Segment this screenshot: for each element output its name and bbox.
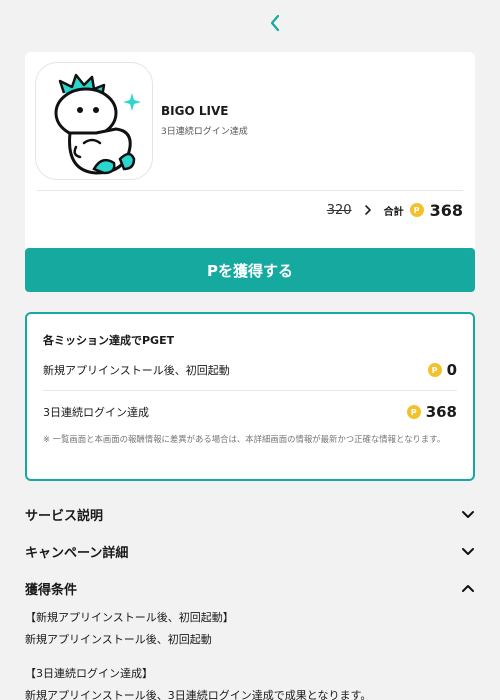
condition-text: 新規アプリインストール後、3日連続ログイン達成で成果となります。 [25, 689, 372, 700]
coin-icon: P [427, 363, 442, 377]
coin-icon: P [406, 405, 421, 419]
mission-points: 368 [425, 403, 457, 421]
app-name: BIGO LIVE [161, 104, 229, 118]
divider [37, 190, 463, 191]
coin-icon: P [409, 203, 424, 217]
app-icon[interactable] [35, 62, 153, 180]
app-subtitle: 3日連続ログイン達成 [161, 127, 248, 137]
section-title: サービス説明 [25, 508, 104, 524]
section-conditions[interactable]: 獲得条件 [25, 576, 475, 600]
condition-text: 新規アプリインストール後、初回起動 [25, 633, 212, 646]
app-card: BIGO LIVE 3日連続ログイン達成 320 合計 P 368 [25, 52, 475, 258]
bigo-mascot-icon [54, 73, 141, 175]
mission-label: 3日連続ログイン達成 [43, 406, 149, 419]
section-title: 獲得条件 [25, 582, 78, 598]
section-campaign-details[interactable]: キャンペーン詳細 [25, 539, 475, 563]
section-service-description[interactable]: サービス説明 [25, 502, 475, 526]
section-title: キャンペーン詳細 [25, 545, 129, 561]
chevron-left-icon [270, 14, 280, 32]
chevron-down-icon [462, 510, 474, 518]
chevron-down-icon [462, 547, 474, 555]
total-value: 368 [429, 200, 463, 220]
mission-row: 新規アプリインストール後、初回起動 P 0 [43, 360, 457, 380]
condition-heading: 【3日連続ログイン達成】 [25, 667, 153, 680]
condition-heading: 【新規アプリインストール後、初回起動】 [25, 611, 234, 624]
mission-note: ※ 一覧画面と本画面の報酬情報に差異がある場合は、本詳細画面の情報が最新かつ正確… [43, 434, 446, 444]
total-label: 合計 [383, 206, 404, 218]
mission-box: 各ミッション達成でPGET 新規アプリインストール後、初回起動 P 0 3日連続… [25, 312, 475, 481]
price-summary: 320 合計 P 368 [327, 200, 463, 220]
chevron-right-icon [364, 205, 371, 215]
back-button[interactable] [262, 10, 288, 36]
chevron-up-icon [462, 584, 474, 592]
old-price: 320 [326, 202, 352, 218]
divider [43, 390, 457, 391]
mission-row: 3日連続ログイン達成 P 368 [43, 402, 457, 422]
mission-points: 0 [446, 361, 457, 379]
get-points-button[interactable]: Pを獲得する [25, 248, 475, 292]
mission-title: 各ミッション達成でPGET [43, 334, 175, 347]
mission-label: 新規アプリインストール後、初回起動 [43, 364, 230, 377]
